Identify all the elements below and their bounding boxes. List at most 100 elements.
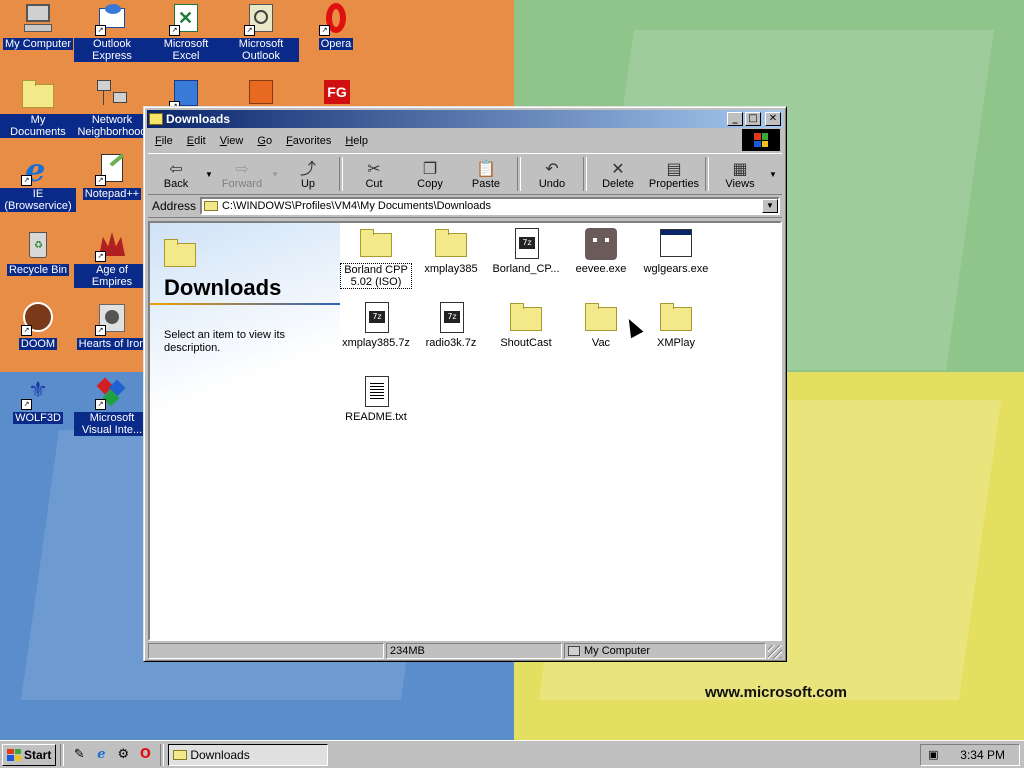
computer-icon [21, 2, 55, 36]
quicklaunch-edit-icon[interactable]: ✎ [70, 746, 88, 764]
file-label: wglgears.exe [643, 263, 709, 275]
tray-network-icon[interactable]: ▣ [926, 748, 940, 762]
menu-edit[interactable]: Edit [180, 135, 213, 147]
desktop-icon-label: Microsoft Visual Inte... [74, 412, 150, 436]
quicklaunch-channels-icon[interactable]: ⚙ [114, 746, 132, 764]
delete-button[interactable]: ✕ Delete [590, 155, 646, 193]
doom-icon: ↗ [21, 302, 55, 336]
file-item-shoutcast-folder[interactable]: ShoutCast [490, 301, 562, 349]
menu-file[interactable]: File [148, 135, 180, 147]
web-view-panel: Downloads Select an item to view its des… [150, 223, 340, 639]
views-dropdown-button[interactable]: ▼ [768, 170, 778, 179]
file-item-eevee-exe[interactable]: eevee.exe [565, 227, 637, 275]
7z-archive-icon: 7z [434, 301, 468, 335]
7z-archive-icon: 7z [359, 301, 393, 335]
desktop-icon-ie[interactable]: e ↗ IE (Browservice) [0, 152, 76, 212]
forward-dropdown-button[interactable]: ▼ [270, 170, 280, 179]
back-dropdown-button[interactable]: ▼ [204, 170, 214, 179]
notepad-icon: ↗ [95, 152, 129, 186]
desktop-icon-my-computer[interactable]: My Computer [0, 2, 76, 50]
desktop-icon-my-documents[interactable]: My Documents [0, 78, 76, 138]
desktop-icon-label: Recycle Bin [6, 264, 70, 276]
desktop-icon-microsoft-excel[interactable]: ✕ ↗ Microsoft Excel [148, 2, 224, 62]
panel-folder-title: Downloads [164, 275, 282, 300]
desktop-icon-label: My Documents [0, 114, 76, 138]
file-item-radio3k-archive[interactable]: 7z radio3k.7z [415, 301, 487, 349]
panel-description: Select an item to view its description. [164, 329, 286, 354]
file-label: radio3k.7z [425, 337, 477, 349]
desktop-icon-outlook-express[interactable]: ↗ Outlook Express [74, 2, 150, 62]
quicklaunch-ie-icon[interactable]: e [92, 746, 110, 764]
computer-icon [568, 646, 580, 656]
windows-logo-icon [742, 129, 780, 151]
cut-button[interactable]: ✂ Cut [346, 155, 402, 193]
file-label: ShoutCast [500, 337, 552, 349]
folder-icon [204, 201, 219, 211]
toolbar-separator [517, 157, 521, 191]
up-button[interactable]: ⤴ Up [280, 155, 336, 193]
menu-favorites[interactable]: Favorites [279, 135, 338, 147]
file-label: xmplay385.7z [342, 337, 410, 349]
desktop-icon-hearts-of-iron[interactable]: ↗ Hearts of Iron [74, 302, 150, 350]
desktop-icon-network-neighborhood[interactable]: Network Neighborhood [74, 78, 150, 138]
status-size: 234MB [386, 643, 562, 659]
folder-content-pane[interactable]: Downloads Select an item to view its des… [148, 221, 782, 641]
folder-icon [659, 301, 693, 335]
wolf3d-icon: ⚜ ↗ [21, 376, 55, 410]
desktop-icon-opera[interactable]: ↗ Opera [298, 2, 374, 50]
file-item-readme-txt[interactable]: README.txt [340, 375, 412, 423]
back-button[interactable]: ⇦ Back [148, 155, 204, 193]
minimize-button[interactable]: _ [727, 112, 743, 126]
window-title: Downloads [166, 112, 231, 126]
file-item-xmplay385-folder[interactable]: xmplay385 [415, 227, 487, 275]
paste-button[interactable]: 📋 Paste [458, 155, 514, 193]
desktop-icon-label: Age of Empires [74, 264, 150, 288]
undo-button[interactable]: ↶ Undo [524, 155, 580, 193]
file-item-xmplay-folder[interactable]: XMPlay [640, 301, 712, 349]
desktop-icon-notepad-plus-plus[interactable]: ↗ Notepad++ [74, 152, 150, 200]
menu-view[interactable]: View [213, 135, 251, 147]
close-button[interactable]: ✕ [765, 112, 781, 126]
desktop-icon-doom[interactable]: ↗ DOOM [0, 302, 76, 350]
visual-interdev-icon: ↗ [95, 376, 129, 410]
copy-button[interactable]: ❐ Copy [402, 155, 458, 193]
quicklaunch-opera-icon[interactable]: O [136, 746, 154, 764]
scissors-icon: ✂ [367, 159, 381, 178]
address-input[interactable]: C:\WINDOWS\Profiles\VM4\My Documents\Dow… [200, 197, 780, 215]
desktop-icon-wolf3d[interactable]: ⚜ ↗ WOLF3D [0, 376, 76, 424]
menu-go[interactable]: Go [250, 135, 279, 147]
maximize-button[interactable]: □ [745, 112, 761, 126]
file-item-borland-cpp-folder[interactable]: Borland CPP 5.02 (ISO) [340, 227, 412, 289]
windows-logo-icon [7, 748, 21, 761]
menu-bar: File Edit View Go Favorites Help [148, 131, 782, 151]
undo-icon: ↶ [545, 159, 559, 178]
desktop-icon-recycle-bin[interactable]: ♻ Recycle Bin [0, 228, 76, 276]
taskbar-item-downloads[interactable]: Downloads [168, 743, 329, 766]
toolbar-separator [339, 157, 343, 191]
start-button[interactable]: Start [2, 743, 57, 766]
desktop-icon-label: WOLF3D [13, 412, 63, 424]
resize-grip[interactable] [768, 645, 782, 659]
status-panel-empty [148, 643, 384, 659]
properties-button[interactable]: ▤ Properties [646, 155, 702, 193]
folder-icon [164, 239, 196, 267]
file-label: XMPlay [657, 337, 695, 349]
folder-icon [509, 301, 543, 335]
desktop-icon-age-of-empires[interactable]: ↗ Age of Empires [74, 228, 150, 288]
forward-button[interactable]: ⇨ Forward [214, 155, 270, 193]
views-button[interactable]: ▦ Views [712, 155, 768, 193]
menu-help[interactable]: Help [338, 135, 375, 147]
network-icon [95, 78, 129, 112]
views-grid-icon: ▦ [732, 159, 748, 178]
file-item-xmplay385-archive[interactable]: 7z xmplay385.7z [340, 301, 412, 349]
address-dropdown-button[interactable]: ▼ [762, 199, 778, 213]
clock[interactable]: 3:34 PM [960, 748, 1005, 762]
desktop-icon-microsoft-outlook[interactable]: ↗ Microsoft Outlook [223, 2, 299, 62]
file-item-wglgears-exe[interactable]: wglgears.exe [640, 227, 712, 275]
explorer-window[interactable]: Downloads _ □ ✕ File Edit View Go Favori… [143, 106, 787, 662]
desktop-icon-label: My Computer [2, 38, 74, 50]
title-bar[interactable]: Downloads _ □ ✕ [147, 110, 783, 128]
file-item-borland-cp-archive[interactable]: 7z Borland_CP... [490, 227, 562, 275]
internet-explorer-icon: e ↗ [21, 152, 55, 186]
desktop-icon-visual-interdev[interactable]: ↗ Microsoft Visual Inte... [74, 376, 150, 436]
